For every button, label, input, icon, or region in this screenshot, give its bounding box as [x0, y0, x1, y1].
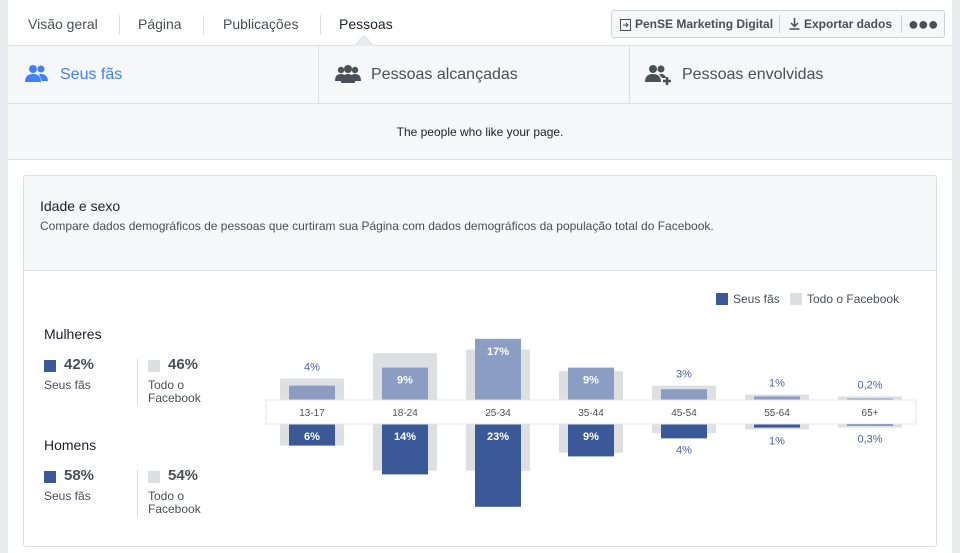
legend-item-facebook: Todo o Facebook — [790, 292, 920, 306]
audience-tabs: Seus fãs Pessoas alcançadas Pessoas envo… — [8, 46, 952, 104]
divider — [318, 46, 319, 103]
card-header: Idade e sexo Compare dados demográficos … — [24, 176, 936, 271]
legend-swatch — [716, 293, 728, 305]
page-actions: PenSE Marketing Digital Exportar dados ●… — [611, 10, 945, 38]
divider — [779, 15, 780, 33]
tab-visao-geral[interactable]: Visão geral — [28, 0, 98, 46]
facebook-swatch — [148, 360, 160, 372]
active-tab-caret-inner — [354, 36, 374, 46]
women-fans-pct: 42% — [64, 356, 95, 373]
legend-label: Seus fãs — [733, 292, 780, 306]
divider — [203, 15, 204, 35]
women-fb-label: Todo o Facebook — [148, 378, 201, 405]
top-navigation: Visão geral Página Publicações Pessoas P… — [8, 0, 952, 46]
men-fb-pct: 54% — [168, 467, 199, 484]
people-icon — [25, 64, 49, 89]
men-title: Homens — [44, 437, 97, 453]
divider — [137, 469, 138, 517]
page-icon — [620, 18, 631, 36]
age-gender-card: Idade e sexo Compare dados demográficos … — [23, 175, 937, 547]
divider — [119, 15, 120, 35]
more-dots-icon[interactable]: ●●● — [908, 11, 939, 37]
women-fb-pct: 46% — [168, 356, 199, 373]
women-title: Mulheres — [44, 326, 102, 342]
men-fb-label: Todo o Facebook — [148, 489, 201, 516]
tab-pessoas-alcancadas[interactable]: Pessoas alcançadas — [371, 46, 518, 103]
divider — [320, 15, 321, 35]
card-subtitle: Compare dados demográficos de pessoas qu… — [40, 219, 714, 233]
section-description: The people who like your page. — [8, 104, 952, 160]
divider — [137, 358, 138, 406]
add-group-icon — [645, 64, 673, 91]
legend-item-fans: Seus fãs — [716, 292, 796, 306]
divider — [901, 15, 902, 33]
fans-swatch — [44, 471, 56, 483]
legend-label: Todo o Facebook — [807, 292, 900, 306]
tab-pagina[interactable]: Página — [138, 0, 182, 46]
men-fans-pct: 58% — [64, 467, 95, 484]
men-fans-label: Seus fãs — [44, 489, 91, 503]
legend-swatch — [790, 293, 802, 305]
page-name-button[interactable]: PenSE Marketing Digital — [635, 11, 773, 37]
facebook-swatch — [148, 471, 160, 483]
fans-swatch — [44, 360, 56, 372]
group-icon — [335, 64, 361, 89]
divider — [629, 46, 630, 103]
tab-publicacoes[interactable]: Publicações — [223, 0, 299, 46]
tab-seus-fas[interactable]: Seus fãs — [60, 46, 122, 103]
export-button[interactable]: Exportar dados — [804, 11, 892, 37]
women-fans-label: Seus fãs — [44, 378, 91, 392]
card-title: Idade e sexo — [40, 198, 121, 214]
tab-pessoas-envolvidas[interactable]: Pessoas envolvidas — [682, 46, 823, 103]
download-icon — [789, 17, 800, 35]
